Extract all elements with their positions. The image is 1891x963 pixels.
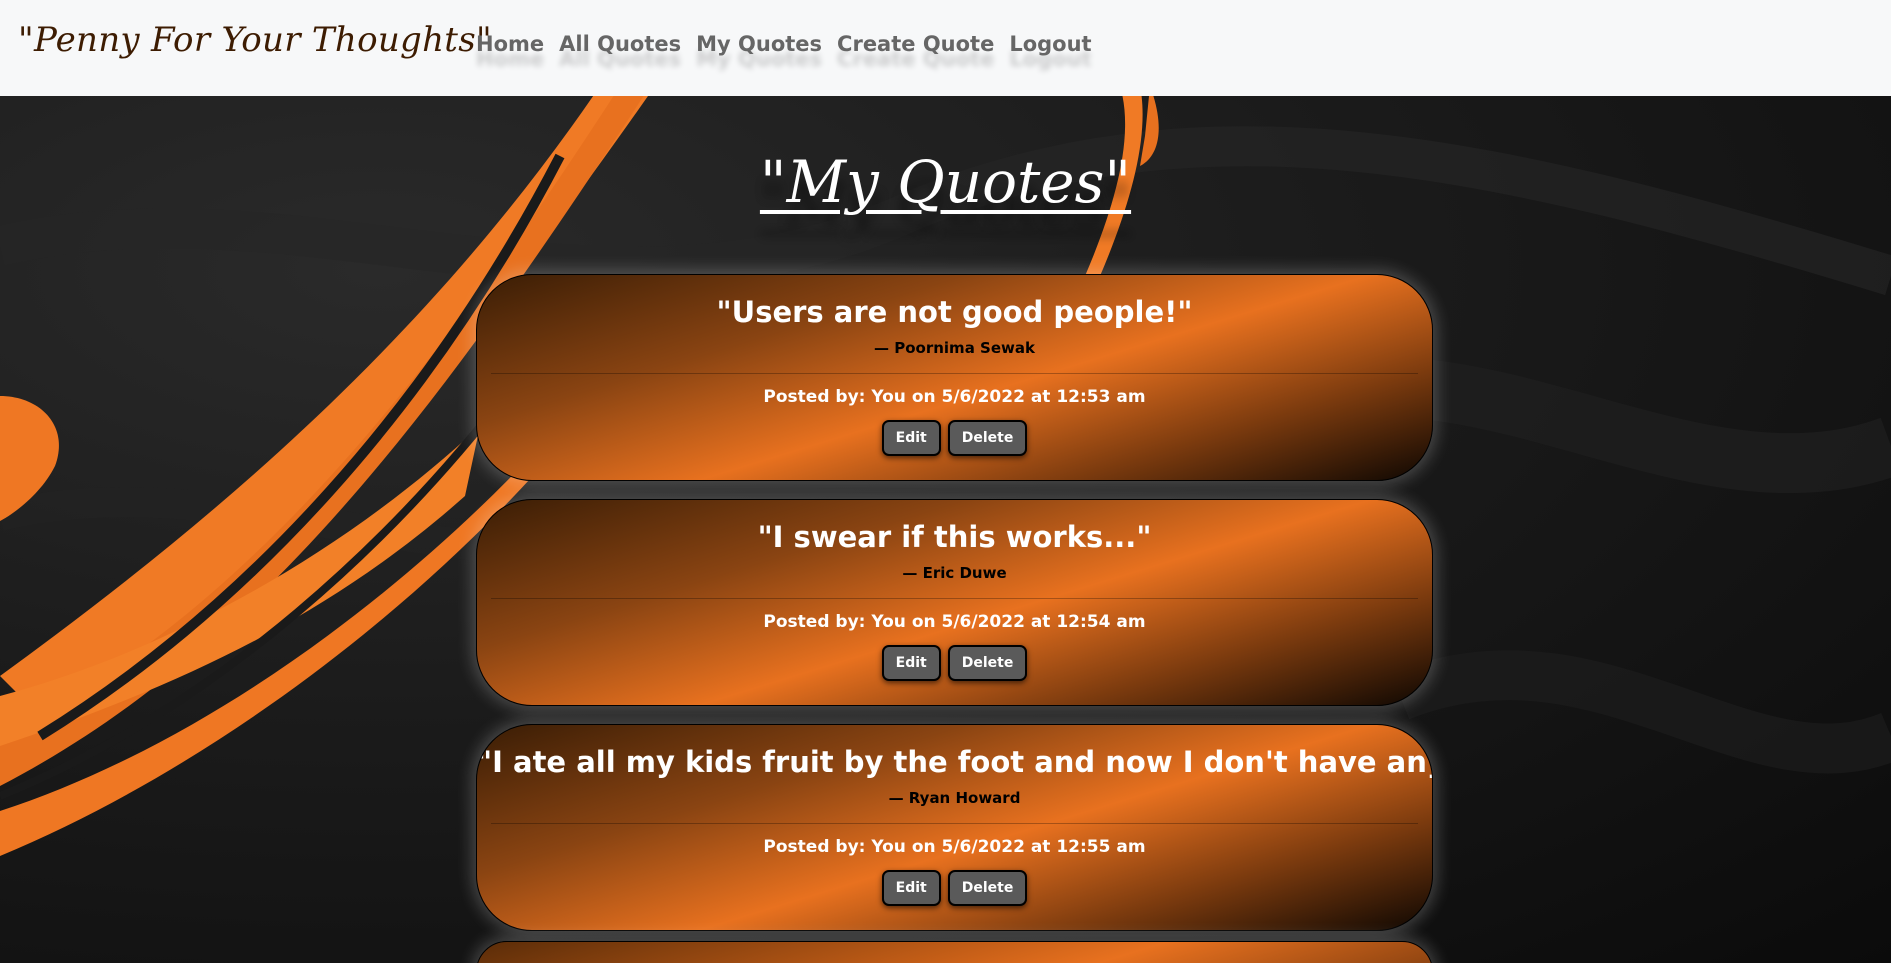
quote-actions: Edit Delete [477,420,1432,456]
nav-link-logout[interactable]: Logout [1009,32,1091,56]
brand-logo[interactable]: "Penny For Your Thoughts" [18,20,492,60]
nav-link-home[interactable]: Home [476,32,544,56]
quote-text: "Users are not good people!" [716,295,1193,329]
quote-text: "I swear if this works..." [757,520,1152,554]
nav-link-my-quotes[interactable]: My Quotes [696,32,822,56]
delete-button[interactable]: Delete [947,645,1028,681]
quote-card: "I ate all my kids fruit by the foot and… [476,724,1433,931]
quote-actions: Edit Delete [477,645,1432,681]
quote-divider [491,373,1418,374]
quote-card-partial [476,941,1433,963]
quote-list: "Users are not good people!" — Poornima … [476,274,1433,949]
nav-link-create-quote[interactable]: Create Quote [837,32,994,56]
nav-link-all-quotes[interactable]: All Quotes [559,32,681,56]
quote-text: "I ate all my kids fruit by the foot and… [477,745,1432,779]
page-title: "My Quotes" [759,148,1132,216]
edit-button[interactable]: Edit [881,870,941,906]
edit-button[interactable]: Edit [881,645,941,681]
quote-divider [491,598,1418,599]
quote-author: — Poornima Sewak [874,339,1035,357]
navbar: "Penny For Your Thoughts" Home All Quote… [0,0,1891,96]
delete-button[interactable]: Delete [947,870,1028,906]
quote-author: — Ryan Howard [888,789,1021,807]
quote-posted-info: Posted by: You on 5/6/2022 at 12:53 am [763,387,1146,407]
quote-author: — Eric Duwe [902,564,1007,582]
quote-actions: Edit Delete [477,870,1432,906]
quote-posted-info: Posted by: You on 5/6/2022 at 12:55 am [763,837,1146,857]
quote-posted-info: Posted by: You on 5/6/2022 at 12:54 am [763,612,1146,632]
quote-card: "Users are not good people!" — Poornima … [476,274,1433,481]
nav-links: Home All Quotes My Quotes Create Quote L… [476,32,1107,56]
quote-divider [491,823,1418,824]
quote-card: "I swear if this works..." — Eric Duwe P… [476,499,1433,706]
page-heading: "My Quotes" [0,148,1891,216]
edit-button[interactable]: Edit [881,420,941,456]
delete-button[interactable]: Delete [947,420,1028,456]
